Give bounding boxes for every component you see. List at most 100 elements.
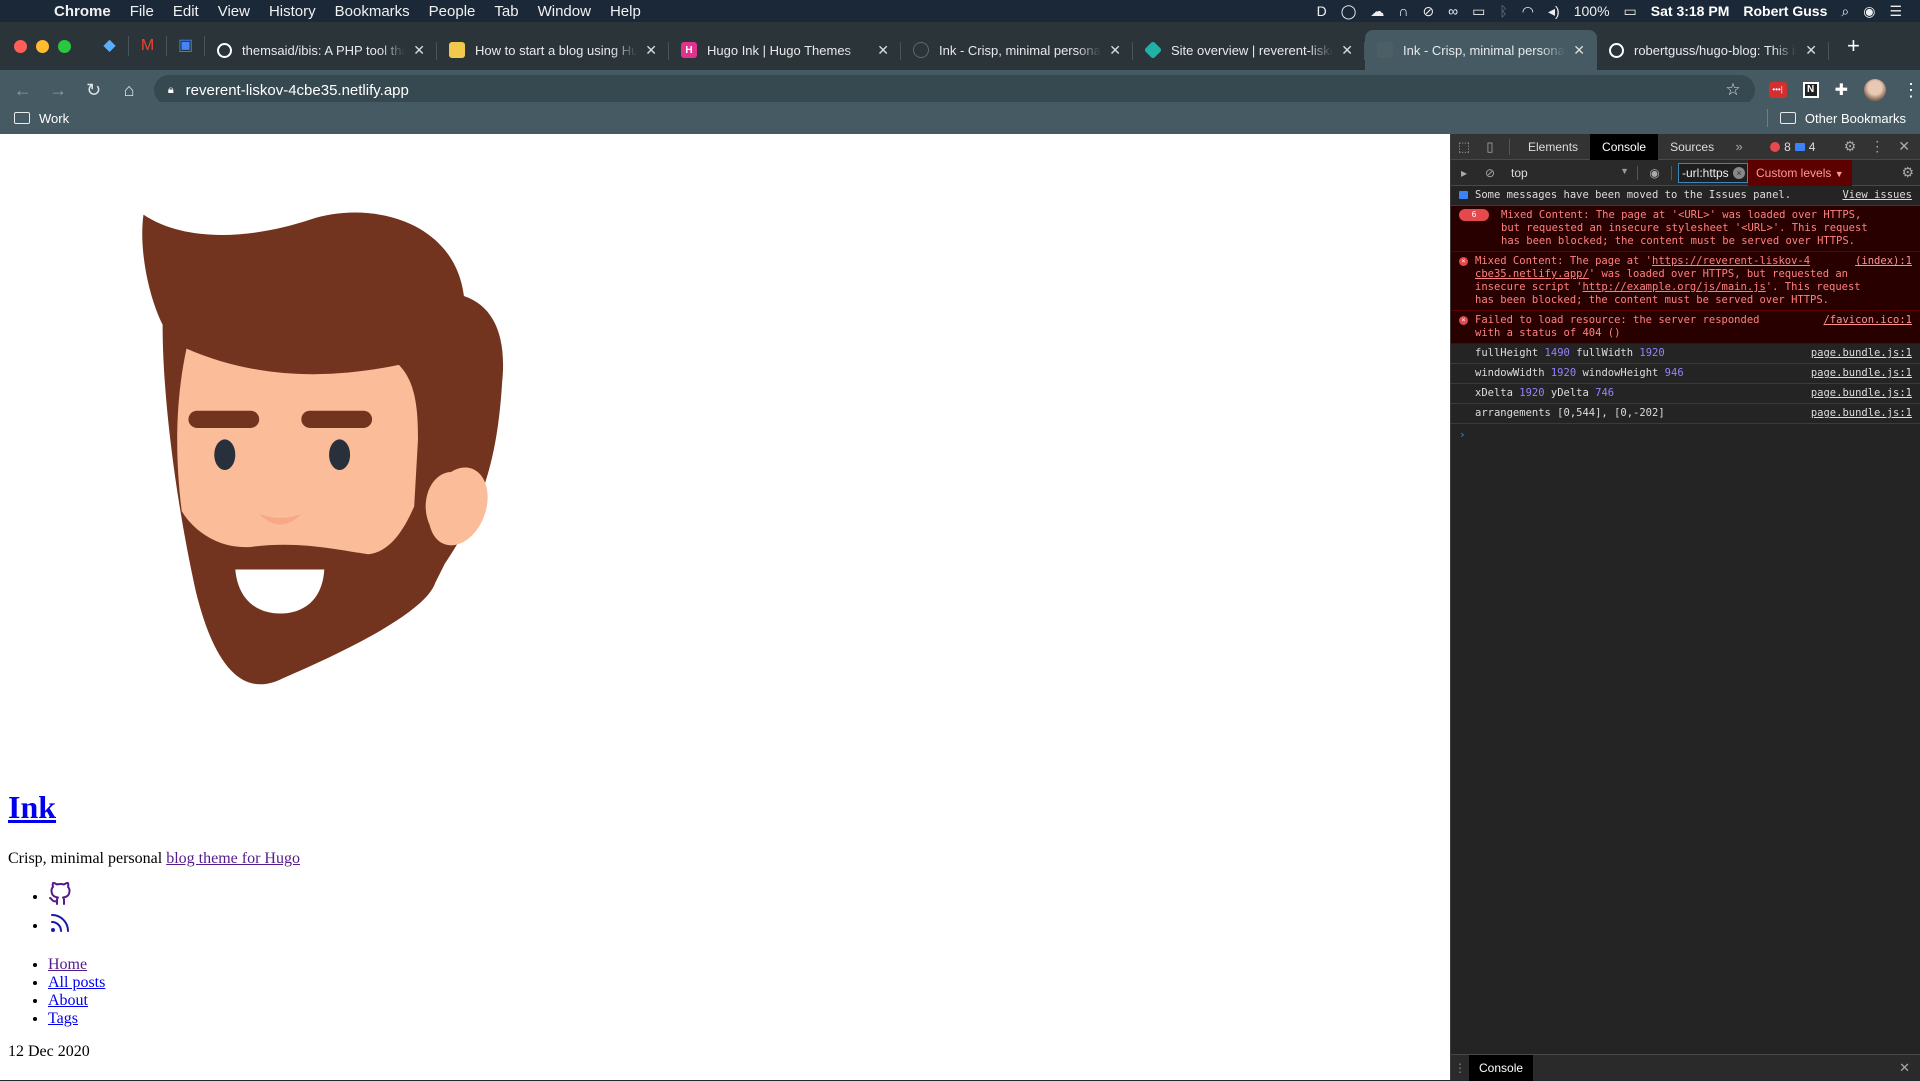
devtools-menu-icon[interactable]: ⋮	[1870, 138, 1884, 155]
menu-edit[interactable]: Edit	[173, 3, 199, 20]
close-devtools-icon[interactable]: ✕	[1898, 138, 1910, 155]
nav-link-home[interactable]: Home	[48, 956, 87, 973]
back-button[interactable]: ←	[8, 80, 37, 101]
devtools-tab-sources[interactable]: Sources	[1658, 134, 1726, 160]
devtools-tab-elements[interactable]: Elements	[1516, 134, 1590, 160]
source-link[interactable]: page.bundle.js:1	[1811, 367, 1912, 380]
menu-file[interactable]: File	[130, 3, 154, 20]
lastpass-icon[interactable]: •••|	[1768, 82, 1787, 98]
url-text[interactable]: reverent-liskov-4cbe35.netlify.app	[186, 82, 1726, 99]
menu-view[interactable]: View	[218, 3, 250, 20]
tab-close-icon[interactable]: ✕	[1341, 42, 1353, 59]
live-expression-eye-icon[interactable]: ◉	[1638, 165, 1672, 180]
user-name[interactable]: Robert Guss	[1743, 3, 1827, 19]
pinned-tab-sketch[interactable]: ◆	[91, 36, 129, 56]
rss-link[interactable]	[48, 914, 72, 934]
pinned-tab-gmail[interactable]: M	[129, 36, 167, 56]
console-filter-input[interactable]: -url:https ×	[1678, 162, 1748, 183]
glasses-icon[interactable]: ∞	[1448, 3, 1458, 19]
menu-bookmarks[interactable]: Bookmarks	[335, 3, 410, 20]
source-link[interactable]: page.bundle.js:1	[1811, 407, 1912, 420]
sidebar-toggle-icon[interactable]: ▸	[1451, 166, 1477, 180]
battery-icon[interactable]: ▭	[1624, 3, 1637, 20]
dash-icon[interactable]: D	[1317, 3, 1327, 19]
view-issues-link[interactable]: View issues	[1842, 189, 1912, 202]
drawer-menu-icon[interactable]: ⋮	[1451, 1061, 1469, 1075]
bookmark-folder-work[interactable]: Work	[14, 111, 69, 126]
settings-gear-icon[interactable]: ⚙	[1844, 138, 1857, 155]
context-select[interactable]: top ▼	[1503, 165, 1638, 180]
tab-close-icon[interactable]: ✕	[877, 42, 889, 59]
cloud-icon[interactable]: ☁	[1370, 3, 1384, 20]
minimize-window-button[interactable]	[36, 39, 49, 53]
reload-button[interactable]: ↻	[79, 80, 108, 101]
device-toolbar-icon[interactable]: ▯	[1477, 139, 1503, 155]
inspect-element-icon[interactable]: ⬚	[1451, 139, 1477, 155]
new-tab-button[interactable]: +	[1847, 33, 1860, 59]
menu-chrome[interactable]: Chrome	[54, 3, 111, 20]
browser-tab[interactable]: Site overview | reverent-liskov ✕	[1133, 30, 1365, 70]
tagline-link[interactable]: blog theme for Hugo	[166, 850, 300, 867]
pinned-tab-calendar[interactable]: ▣	[167, 36, 205, 56]
github-link[interactable]	[48, 881, 72, 905]
script-url-link[interactable]: http://example.org/js/main.js	[1582, 281, 1765, 293]
nav-link-about[interactable]: About	[48, 992, 88, 1009]
volume-icon[interactable]: ◂)	[1548, 3, 1560, 20]
notification-center-icon[interactable]: ☰	[1889, 3, 1902, 20]
zoom-window-button[interactable]	[58, 39, 71, 53]
bluetooth-icon[interactable]: ᛒ	[1499, 3, 1507, 19]
spotlight-search-icon[interactable]: ⌕	[1841, 3, 1849, 20]
tab-close-icon[interactable]: ✕	[1573, 42, 1585, 59]
menu-help[interactable]: Help	[610, 3, 641, 20]
more-tabs-icon[interactable]: »	[1726, 139, 1752, 154]
source-link[interactable]: page.bundle.js:1	[1811, 347, 1912, 360]
browser-tab[interactable]: H Hugo Ink | Hugo Themes ✕	[669, 30, 901, 70]
site-title-link[interactable]: Ink	[8, 789, 56, 825]
clear-console-icon[interactable]: ⊘	[1477, 166, 1503, 180]
quill-icon[interactable]: ◯	[1341, 3, 1357, 20]
focus-icon[interactable]: ⊘	[1422, 3, 1434, 20]
issue-counts[interactable]: 8 4	[1770, 140, 1815, 154]
other-bookmarks[interactable]: Other Bookmarks	[1766, 109, 1906, 127]
home-button[interactable]: ⌂	[114, 80, 143, 101]
nav-link-tags[interactable]: Tags	[48, 1010, 78, 1027]
source-link[interactable]: (index):1	[1855, 255, 1912, 268]
tab-close-icon[interactable]: ✕	[645, 42, 657, 59]
clear-filter-icon[interactable]: ×	[1733, 166, 1745, 179]
notion-icon[interactable]: N	[1802, 82, 1819, 98]
console-prompt[interactable]: ›	[1451, 424, 1920, 445]
tab-close-icon[interactable]: ✕	[1109, 42, 1121, 59]
bookmark-star-icon[interactable]: ☆	[1725, 80, 1740, 100]
magnet-icon[interactable]: ∩	[1398, 3, 1408, 19]
menu-window[interactable]: Window	[538, 3, 591, 20]
browser-tab[interactable]: Ink - Crisp, minimal personal [✕	[901, 30, 1133, 70]
menu-history[interactable]: History	[269, 3, 316, 20]
extensions-puzzle-icon[interactable]: ✚	[1835, 80, 1848, 100]
browser-tab[interactable]: themsaid/ibis: A PHP tool that ✕	[205, 30, 437, 70]
wifi-icon[interactable]: ◠	[1522, 3, 1534, 20]
drawer-tab-console[interactable]: Console	[1469, 1054, 1534, 1081]
chrome-menu-icon[interactable]: ⋮	[1902, 80, 1920, 101]
menu-tab[interactable]: Tab	[494, 3, 518, 20]
devtools-tab-console[interactable]: Console	[1590, 133, 1659, 160]
source-link[interactable]: /favicon.ico:1	[1823, 314, 1912, 327]
close-drawer-icon[interactable]: ✕	[1899, 1060, 1910, 1076]
nav-link-all-posts[interactable]: All posts	[48, 974, 105, 991]
lock-icon[interactable]: 🔒︎	[168, 84, 174, 97]
log-levels-dropdown[interactable]: Custom levels ▼	[1748, 159, 1852, 186]
browser-tab[interactable]: How to start a blog using Hug ✕	[437, 30, 669, 70]
tab-close-icon[interactable]: ✕	[1805, 42, 1817, 59]
source-link[interactable]: page.bundle.js:1	[1811, 387, 1912, 400]
tab-close-icon[interactable]: ✕	[413, 42, 425, 59]
profile-avatar[interactable]	[1863, 79, 1886, 101]
expand-group-badge[interactable]: 6	[1459, 209, 1489, 221]
browser-tab[interactable]: robertguss/hugo-blog: This is ✕	[1597, 30, 1829, 70]
menu-people[interactable]: People	[429, 3, 476, 20]
siri-icon[interactable]: ◉	[1863, 3, 1875, 20]
forward-button[interactable]: →	[43, 80, 72, 101]
clock[interactable]: Sat 3:18 PM	[1651, 3, 1730, 19]
close-window-button[interactable]	[14, 39, 27, 53]
browser-tab[interactable]: Ink - Crisp, minimal personal [✕	[1365, 30, 1597, 70]
console-settings-icon[interactable]: ⚙	[1901, 164, 1914, 181]
airplay-icon[interactable]: ▭	[1472, 3, 1485, 20]
